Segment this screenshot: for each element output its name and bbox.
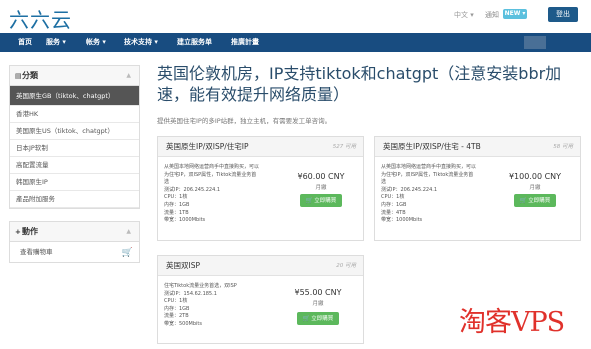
product-price: ¥55.00 CNY [294,288,342,297]
nav-open-ticket[interactable]: 建立服务单 [177,33,212,52]
product-card: 英国双ISP 20 可用 住宅Tiktok流量业务首选，双ISP 测试IP：15… [157,255,364,344]
product-name: 英国原生IP/双ISP/住宅IP [166,142,249,151]
product-stock: 20 可用 [336,263,356,269]
desc-line: 内存：1GB [164,201,190,208]
site-logo[interactable]: 六六云 [9,4,72,33]
order-now-button[interactable]: 🛒立即購買 [297,312,339,325]
desc-line: 带宽：1000Mbits [164,217,206,224]
page-subtitle: 提供英国住宅IP的多IP站群，独立主机，有需要发工单咨询。 [157,117,332,125]
cart-icon: 🛒 [302,315,311,322]
nav-affiliates[interactable]: 推廣計畫 [231,33,259,52]
desc-line: 为住宅IP，双ISP属性，Tiktok流量业务首 [381,171,474,178]
nav-services[interactable]: 服务 ▾ [46,33,66,52]
product-description: 住宅Tiktok流量业务首选，双ISP 测试IP：154.62.185.1 CP… [164,283,279,329]
logout-button[interactable]: 登出 [548,7,578,22]
product-stock: 58 可用 [553,144,573,150]
product-header: 英国双ISP 20 可用 [158,256,363,276]
cart-icon: 🛒 [305,197,314,204]
nav-billing[interactable]: 帐务 ▾ [86,33,106,52]
product-header: 英国原生IP/双ISP/住宅IP 527 可用 [158,137,363,157]
nav-support[interactable]: 技术支持 ▾ [124,33,158,52]
chevron-up-icon[interactable]: ▲ [126,66,131,86]
category-addons[interactable]: 產品附加服务 [10,191,139,208]
actions-header[interactable]: + 動作 ▲ [10,222,139,242]
product-card: 英国原生IP/双ISP/住宅 - 4TB 58 可用 从英国本地网络运营商手中直… [374,136,581,241]
new-badge[interactable]: NEW ▾ [503,9,527,19]
product-stock: 527 可用 [332,144,356,150]
categories-title: 分類 [22,71,38,80]
sidebar: ▤ 分類 ▲ 英国原生GB（tiktok、chatgpt） 香港HK 美国原生U… [9,65,140,263]
product-card: 英国原生IP/双ISP/住宅IP 527 可用 从英国本地网络运营商手中直接购买… [157,136,364,241]
billing-cycle: 月繳 [312,301,324,307]
billing-cycle: 月繳 [529,185,541,191]
desc-line: 选 [381,179,387,186]
cart-icon: 🛒 [519,197,528,204]
product-price: ¥60.00 CNY [297,172,345,181]
shopping-bag-icon: ▤ [15,72,22,80]
nav-home[interactable]: 首页 [18,33,32,52]
product-price: ¥100.00 CNY [508,172,562,181]
desc-line: 流量：2TB [164,313,189,320]
page-title: 英国伦敦机房，IP支持tiktok和chatgpt（注意安装bbr加速，能有效提… [157,64,562,104]
category-kr[interactable]: 韩国原生IP [10,174,139,191]
desc-line: 为住宅IP，双ISP属性，Tiktok流量业务首 [164,171,257,178]
billing-cycle: 月繳 [315,185,327,191]
desc-line: CPU：1核 [164,298,188,305]
category-high-config[interactable]: 高配置流量 [10,157,139,174]
chevron-up-icon[interactable]: ▲ [126,222,131,242]
main-nav: 首页 服务 ▾ 帐务 ▾ 技术支持 ▾ 建立服务单 推廣計畫 [0,33,591,52]
blurred-region [524,36,546,49]
plus-icon: + [15,228,21,236]
desc-line: CPU：1核 [381,194,405,201]
desc-line: 选 [164,179,170,186]
watermark: 淘客VPS [459,307,565,338]
desc-line: 从英国本地网络运营商手中直接购买，可以 [381,164,477,170]
desc-line: 从英国本地网络运营商手中直接购买，可以 [164,164,260,170]
category-us[interactable]: 美国原生US（tiktok、chatgpt） [10,123,139,140]
actions-title: 動作 [22,227,38,236]
category-jp[interactable]: 日本JP软制 [10,140,139,157]
order-label: 立即購買 [314,198,337,204]
cart-icon: 🛒 [121,248,133,258]
category-uk[interactable]: 英国原生GB（tiktok、chatgpt） [10,86,139,106]
order-now-button[interactable]: 🛒立即購買 [514,194,556,207]
desc-line: 住宅Tiktok流量业务首选，双ISP [164,283,237,289]
order-now-button[interactable]: 🛒立即購買 [300,194,342,207]
category-hk[interactable]: 香港HK [10,106,139,123]
product-header: 英国原生IP/双ISP/住宅 - 4TB 58 可用 [375,137,580,157]
product-name: 英国原生IP/双ISP/住宅 - 4TB [383,142,481,151]
categories-header[interactable]: ▤ 分類 ▲ [10,66,139,86]
order-label: 立即購買 [528,198,551,204]
actions-panel: + 動作 ▲ 查看購物車 🛒 [9,221,140,263]
product-name: 英国双ISP [166,261,200,270]
language-selector[interactable]: 中文 ▾ [454,10,474,20]
desc-line: 带宽：1000Mbits [381,217,423,224]
product-description: 从英国本地网络运营商手中直接购买，可以 为住宅IP，双ISP属性，Tiktok流… [381,164,496,225]
view-cart-label: 查看購物車 [20,248,53,256]
desc-line: CPU：1核 [164,194,188,201]
view-cart-link[interactable]: 查看購物車 🛒 [10,242,139,262]
categories-panel: ▤ 分類 ▲ 英国原生GB（tiktok、chatgpt） 香港HK 美国原生U… [9,65,140,209]
desc-line: 带宽：500Mbits [164,320,202,327]
notifications-link[interactable]: 通知 [485,10,499,20]
product-description: 从英国本地网络运营商手中直接购买，可以 为住宅IP，双ISP属性，Tiktok流… [164,164,279,225]
desc-line: 内存：1GB [381,201,407,208]
order-label: 立即購買 [311,316,334,322]
top-bar: 六六云 中文 ▾ 通知 NEW ▾ 登出 [0,0,591,32]
